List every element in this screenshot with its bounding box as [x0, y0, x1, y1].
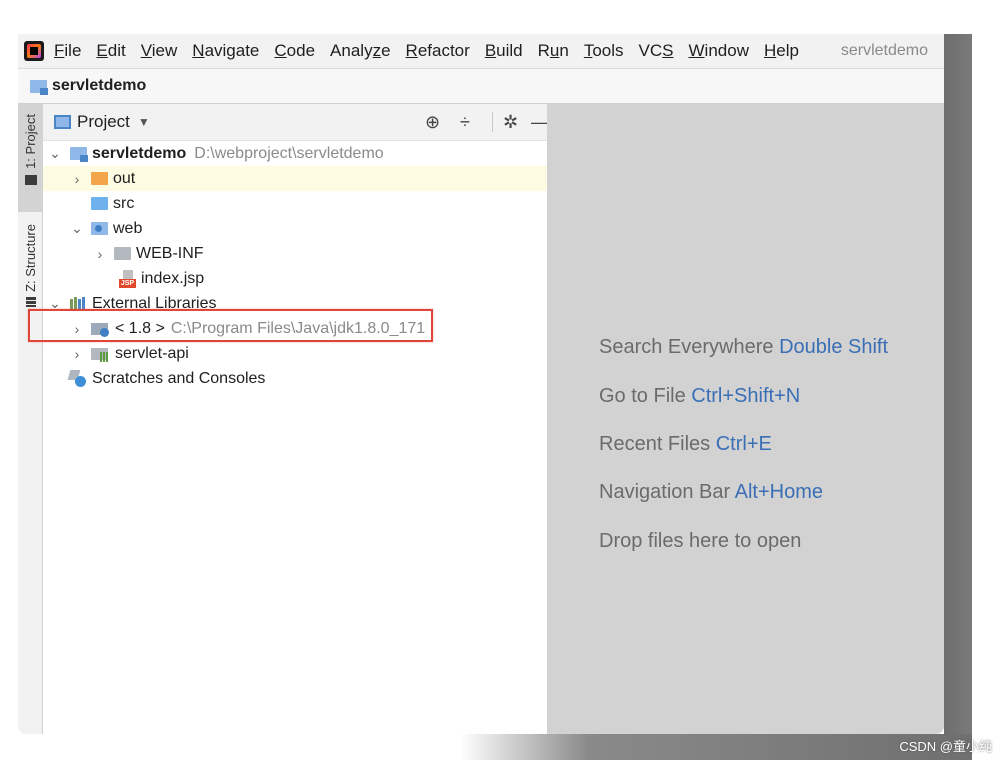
- hint-text: Go to File: [599, 385, 686, 407]
- menu-item[interactable]: View: [141, 41, 178, 61]
- tree-row-servlet-api[interactable]: › servlet-api: [43, 341, 547, 366]
- folder-name: src: [113, 194, 135, 212]
- gear-icon[interactable]: ✲: [503, 112, 518, 132]
- folder-name: out: [113, 169, 136, 187]
- project-root-path: D:\webproject\servletdemo: [194, 144, 384, 162]
- tool-tab-project-label: 1: Project: [23, 114, 38, 169]
- editor-hint: Navigation Bar Alt+Home: [599, 481, 823, 504]
- tree-row-scratches[interactable]: Scratches and Consoles: [43, 366, 547, 391]
- hint-text: Drop files here to open: [599, 530, 802, 552]
- project-root-name: servletdemo: [92, 144, 187, 162]
- library-icon: [91, 346, 110, 362]
- scratches-label: Scratches and Consoles: [92, 369, 266, 387]
- folder-icon: [114, 247, 131, 260]
- library-name: servlet-api: [115, 344, 189, 362]
- project-folder-icon: [30, 79, 48, 95]
- scratches-icon: [69, 370, 87, 388]
- excluded-folder-icon: [91, 172, 108, 185]
- menu-item[interactable]: Tools: [584, 41, 624, 61]
- menu-item[interactable]: Build: [485, 41, 523, 61]
- hint-text: Navigation Bar: [599, 481, 731, 503]
- project-view-icon: [54, 115, 71, 129]
- chevron-right-icon[interactable]: ›: [94, 246, 106, 262]
- menu-bar: File Edit View Navigate Code Analyze Refactor B…: [18, 34, 944, 68]
- window-shadow-right: [944, 34, 972, 734]
- file-name: index.jsp: [141, 269, 205, 287]
- menu-item[interactable]: Help: [764, 41, 799, 61]
- tree-row-web[interactable]: ⌄ web: [43, 216, 547, 241]
- web-folder-icon: [91, 222, 108, 235]
- folder-name: WEB-INF: [136, 244, 204, 262]
- tree-row-out[interactable]: › out: [43, 166, 547, 191]
- hint-shortcut: Ctrl+E: [715, 433, 772, 455]
- folder-icon: [24, 174, 37, 185]
- hint-shortcut: Double Shift: [779, 336, 889, 358]
- navigation-bar: servletdemo: [18, 68, 944, 104]
- structure-icon: [25, 296, 36, 307]
- project-title: servletdemo: [840, 42, 928, 59]
- menu-items: File Edit View Navigate Code Analyze Refactor B…: [54, 41, 814, 61]
- editor-empty-area[interactable]: Search Everywhere Double Shift Go to File…: [547, 104, 944, 734]
- folder-name: web: [113, 219, 143, 237]
- annotation-highlight-box: [28, 309, 433, 342]
- menu-item[interactable]: Refactor: [406, 41, 470, 61]
- hint-shortcut: Ctrl+Shift+N: [691, 385, 801, 407]
- editor-hint: Search Everywhere Double Shift: [599, 336, 888, 359]
- menu-item[interactable]: VCS: [639, 41, 674, 61]
- tool-tab-structure-label: Z: Structure: [23, 224, 38, 292]
- chevron-right-icon[interactable]: ›: [71, 346, 83, 362]
- tree-row-web-inf[interactable]: › WEB-INF: [43, 241, 547, 266]
- tool-tab-project[interactable]: 1: Project: [18, 104, 43, 212]
- dropdown-caret-icon[interactable]: ▼: [138, 115, 150, 129]
- hint-text: Search Everywhere: [599, 336, 774, 358]
- menu-item[interactable]: Edit: [96, 41, 125, 61]
- watermark: CSDN @童小纯: [899, 739, 992, 754]
- header-separator: [492, 112, 493, 132]
- intellij-logo-icon[interactable]: [24, 41, 44, 61]
- jsp-file-icon: [119, 269, 136, 288]
- tree-row-project-root[interactable]: ⌄ servletdemo D:\webproject\servletdemo: [43, 141, 547, 166]
- breadcrumb-project[interactable]: servletdemo: [52, 77, 146, 95]
- menu-item[interactable]: Code: [274, 41, 315, 61]
- source-folder-icon: [91, 197, 108, 210]
- menu-item[interactable]: Run: [538, 41, 569, 61]
- left-tool-strip: 1: Project Z: Structure: [18, 104, 43, 734]
- editor-hint: Go to File Ctrl+Shift+N: [599, 385, 800, 408]
- ide-window: File Edit View Navigate Code Analyze Refactor B…: [18, 34, 944, 734]
- chevron-down-icon[interactable]: ⌄: [49, 145, 61, 162]
- project-panel-header: Project ▼ ⊕ ÷ ✲ —: [43, 104, 549, 141]
- menu-item[interactable]: Navigate: [192, 41, 259, 61]
- chevron-down-icon[interactable]: ⌄: [71, 220, 83, 237]
- screenshot-stage: File Edit View Navigate Code Analyze Refactor B…: [0, 0, 1006, 760]
- menu-item[interactable]: Analyze: [330, 41, 391, 61]
- editor-hint: Recent Files Ctrl+E: [599, 433, 772, 456]
- tool-tab-structure[interactable]: Z: Structure: [18, 220, 43, 320]
- tree-row-index-jsp[interactable]: index.jsp: [43, 266, 547, 291]
- menu-item[interactable]: Window: [689, 41, 749, 61]
- locate-icon[interactable]: ⊕: [425, 112, 440, 132]
- collapse-all-icon[interactable]: ÷: [460, 112, 470, 132]
- project-view-selector[interactable]: Project: [77, 112, 130, 132]
- hint-text: Recent Files: [599, 433, 711, 455]
- menu-item[interactable]: File: [54, 41, 81, 61]
- chevron-right-icon[interactable]: ›: [71, 171, 83, 187]
- project-tool-window: Project ▼ ⊕ ÷ ✲ — ⌄ servletdemo D:\webpr…: [43, 104, 549, 734]
- tree-row-src[interactable]: src: [43, 191, 547, 216]
- module-folder-icon: [70, 147, 88, 162]
- window-shadow-bottom: [460, 734, 972, 760]
- hint-shortcut: Alt+Home: [734, 481, 824, 503]
- editor-hint: Drop files here to open: [599, 530, 801, 553]
